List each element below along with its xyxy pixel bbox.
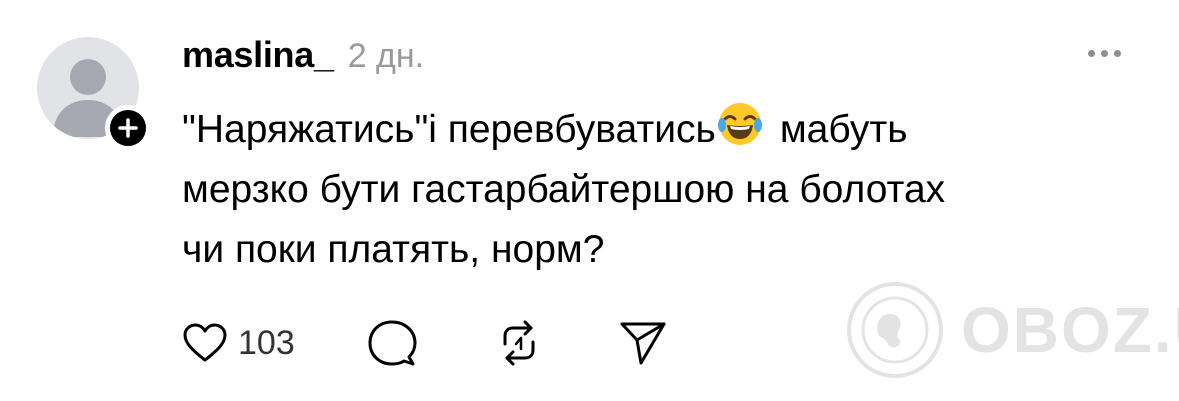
like-count: 103: [238, 323, 295, 362]
heart-icon: [183, 323, 227, 362]
like-button[interactable]: 103: [182, 322, 295, 364]
more-options-button[interactable]: [1088, 50, 1121, 57]
comment-button[interactable]: [367, 319, 417, 367]
share-button[interactable]: [619, 320, 667, 366]
thread-post: maslina_ 2 дн. "Наряжатись"і перевбувати…: [0, 0, 1179, 401]
comment-icon: [368, 320, 417, 366]
face-with-tears-of-joy-icon: [717, 103, 762, 145]
follow-button[interactable]: [105, 105, 151, 151]
post-header: maslina_ 2 дн.: [182, 34, 424, 84]
post-text: "Наряжатись"і перевбуватись мабуть мерзк…: [182, 100, 1122, 280]
send-icon: [620, 322, 666, 365]
plus-icon: [118, 118, 138, 138]
post-text-line: чи поки платять, норм?: [182, 228, 605, 271]
more-horizontal-icon: [1088, 50, 1095, 57]
repost-icon: [503, 320, 535, 366]
globe-logo-icon: [847, 282, 943, 378]
repost-button[interactable]: [497, 320, 541, 366]
post-text-line: мерзко бути гастарбайтершою на болотах: [182, 168, 946, 211]
username[interactable]: maslina_: [182, 34, 334, 76]
watermark-text: OBOZ.UA: [961, 294, 1179, 366]
post-text-line: "Наряжатись"і перевбуватись мабуть: [182, 100, 1122, 160]
post-actions: 103: [182, 316, 667, 370]
post-time: 2 дн.: [347, 37, 425, 75]
watermark: OBOZ.UA: [845, 280, 1179, 380]
